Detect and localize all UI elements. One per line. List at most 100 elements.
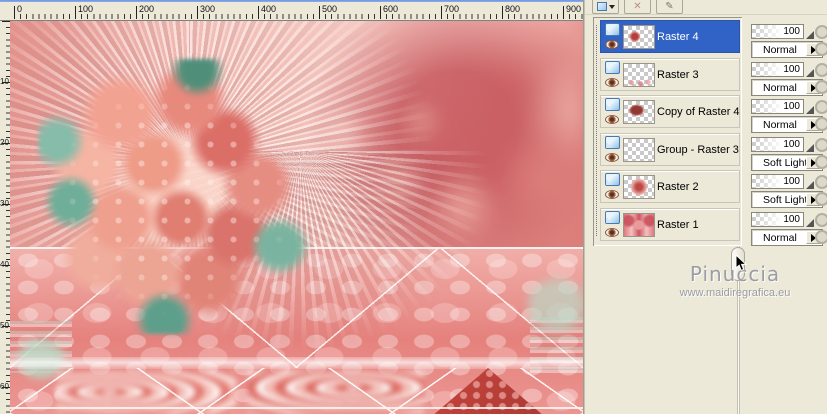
layer-row-group-raster3[interactable]: Group - Raster 3 — [600, 133, 740, 166]
link-ring-icon[interactable] — [815, 175, 827, 189]
blend-mode-value: Normal — [763, 232, 797, 244]
ruler-major-ticks — [2, 21, 10, 414]
artwork-mint-dot — [528, 279, 583, 331]
vertical-ruler: 100 200 300 400 500 600 — [0, 21, 10, 414]
layer-row-raster1[interactable]: Raster 1 — [600, 208, 740, 241]
link-ring-icon[interactable] — [815, 42, 827, 56]
layers-toolbar: ✕ ✎ — [585, 0, 827, 15]
link-ring-icon[interactable] — [815, 155, 827, 169]
artwork-petal-highlights — [38, 59, 313, 334]
blend-mode-dropdown[interactable]: Soft Light — [751, 191, 823, 208]
link-ring-icon[interactable] — [815, 117, 827, 131]
layer-thumbnail — [623, 213, 655, 237]
layer-name: Raster 3 — [657, 69, 699, 81]
new-layer-icon — [597, 2, 607, 11]
blend-mode-dropdown[interactable]: Normal — [751, 79, 823, 96]
layer-row-copy-of-raster4[interactable]: Copy of Raster 4 — [600, 95, 740, 128]
blend-mode-dropdown[interactable]: Normal — [751, 116, 823, 133]
blend-mode-value: Soft Light — [763, 194, 808, 206]
app-window: 0 100 200 300 400 500 600 700 800 900 10… — [0, 0, 827, 414]
opacity-slider[interactable]: 100 — [751, 212, 804, 227]
opacity-slider[interactable]: 100 — [751, 24, 804, 39]
image-canvas[interactable] — [10, 21, 583, 414]
layer-name: Raster 2 — [657, 181, 699, 193]
link-ring-icon[interactable] — [815, 213, 827, 227]
horizontal-ruler: 0 100 200 300 400 500 600 700 800 900 — [0, 2, 585, 21]
raster-layer-icon — [605, 23, 620, 36]
layer-controls-group-raster3: 100 Soft Light — [751, 137, 827, 171]
opacity-ramp-icon — [806, 31, 814, 39]
layer-controls-raster1: 100 Normal — [751, 212, 827, 246]
blend-mode-dropdown[interactable]: Normal — [751, 41, 823, 58]
opacity-slider[interactable]: 100 — [751, 62, 804, 77]
edit-layer-button[interactable]: ✎ — [656, 0, 683, 14]
visibility-eye-icon[interactable] — [605, 78, 619, 87]
blend-mode-value: Normal — [763, 119, 797, 131]
blend-mode-value: Normal — [763, 44, 797, 56]
blend-mode-dropdown[interactable]: Soft Light — [751, 154, 823, 171]
visibility-eye-icon[interactable] — [605, 190, 619, 199]
opacity-slider[interactable]: 100 — [751, 99, 804, 114]
layer-controls-copy-of-raster4: 100 Normal — [751, 99, 827, 133]
blend-mode-value: Soft Light — [763, 157, 808, 169]
link-ring-icon[interactable] — [815, 138, 827, 152]
opacity-value: 100 — [783, 26, 800, 37]
layer-name: Raster 1 — [657, 219, 699, 231]
raster-layer-icon — [605, 61, 620, 74]
blend-mode-value: Normal — [763, 82, 797, 94]
layer-controls-raster3: 100 Normal — [751, 62, 827, 96]
link-ring-icon[interactable] — [815, 192, 827, 206]
layer-name: Raster 4 — [657, 31, 699, 43]
layer-thumbnail — [623, 25, 655, 49]
delete-icon: ✕ — [633, 1, 642, 12]
layer-thumbnail — [623, 138, 655, 162]
opacity-value: 100 — [783, 64, 800, 75]
mouse-cursor-icon — [735, 253, 748, 272]
visibility-eye-icon[interactable] — [605, 228, 619, 237]
opacity-ramp-icon — [806, 144, 814, 152]
raster-layer-icon — [605, 211, 620, 224]
visibility-eye-icon[interactable] — [605, 153, 619, 162]
ruler-major-ticks — [14, 6, 585, 19]
layer-controls-raster4: 100 Normal — [751, 24, 827, 58]
opacity-value: 100 — [783, 139, 800, 150]
link-ring-icon[interactable] — [815, 25, 827, 39]
link-ring-icon[interactable] — [815, 80, 827, 94]
opacity-ramp-icon — [806, 106, 814, 114]
layers-palette: ✕ ✎ Raster 4 Raster 3 Copy of Raster 4 G… — [585, 0, 827, 414]
edit-icon: ✎ — [665, 1, 674, 12]
raster-layer-icon — [605, 136, 620, 149]
chevron-down-icon — [609, 5, 615, 9]
link-ring-icon[interactable] — [815, 100, 827, 114]
layer-row-raster4[interactable]: Raster 4 — [600, 20, 740, 53]
layer-thumbnail — [623, 100, 655, 124]
layer-thumbnail — [623, 63, 655, 87]
layer-name: Group - Raster 3 — [657, 144, 739, 156]
layer-row-raster3[interactable]: Raster 3 — [600, 58, 740, 91]
opacity-value: 100 — [783, 101, 800, 112]
tree-guide-line — [596, 25, 597, 236]
opacity-ramp-icon — [806, 219, 814, 227]
opacity-ramp-icon — [806, 181, 814, 189]
raster-layer-icon — [605, 98, 620, 111]
link-ring-icon[interactable] — [815, 63, 827, 77]
opacity-slider[interactable]: 100 — [751, 174, 804, 189]
raster-layer-icon — [605, 173, 620, 186]
layer-name: Copy of Raster 4 — [657, 106, 740, 118]
blend-mode-dropdown[interactable]: Normal — [751, 229, 823, 246]
new-layer-button[interactable] — [592, 0, 619, 14]
layer-thumbnail — [623, 175, 655, 199]
opacity-ramp-icon — [806, 69, 814, 77]
visibility-eye-icon[interactable] — [605, 115, 619, 124]
layer-controls-raster2: 100 Soft Light — [751, 174, 827, 208]
visibility-eye-icon[interactable] — [605, 40, 619, 49]
watermark-url: www.maidiregrafica.eu — [679, 287, 791, 299]
opacity-value: 100 — [783, 214, 800, 225]
delete-layer-button[interactable]: ✕ — [624, 0, 651, 14]
artwork-bottom-line — [10, 407, 583, 409]
link-ring-icon[interactable] — [815, 230, 827, 244]
opacity-value: 100 — [783, 176, 800, 187]
layer-row-raster2[interactable]: Raster 2 — [600, 170, 740, 203]
opacity-slider[interactable]: 100 — [751, 137, 804, 152]
layer-list: Raster 4 Raster 3 Copy of Raster 4 Group… — [593, 17, 742, 246]
